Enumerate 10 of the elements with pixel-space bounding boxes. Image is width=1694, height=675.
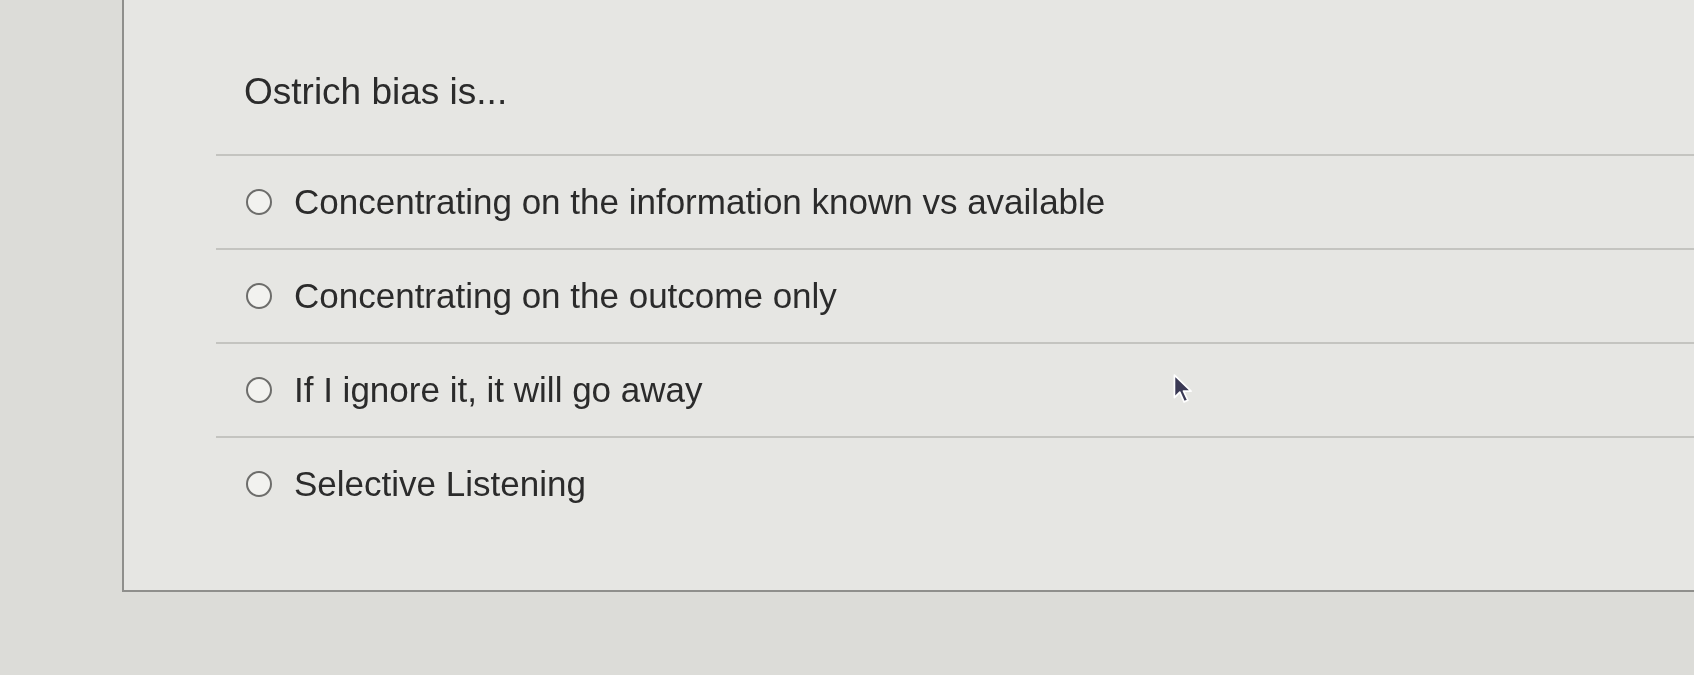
radio-button[interactable] [246, 189, 272, 215]
radio-button[interactable] [246, 377, 272, 403]
radio-button[interactable] [246, 471, 272, 497]
option-label[interactable]: If I ignore it, it will go away [294, 368, 703, 412]
option-label[interactable]: Selective Listening [294, 462, 586, 506]
radio-button[interactable] [246, 283, 272, 309]
option-label[interactable]: Concentrating on the outcome only [294, 274, 837, 318]
mouse-pointer-icon [1172, 374, 1194, 404]
option-label[interactable]: Concentrating on the information known vs available [294, 180, 1106, 224]
question-text: Ostrich bias is... [244, 70, 508, 114]
